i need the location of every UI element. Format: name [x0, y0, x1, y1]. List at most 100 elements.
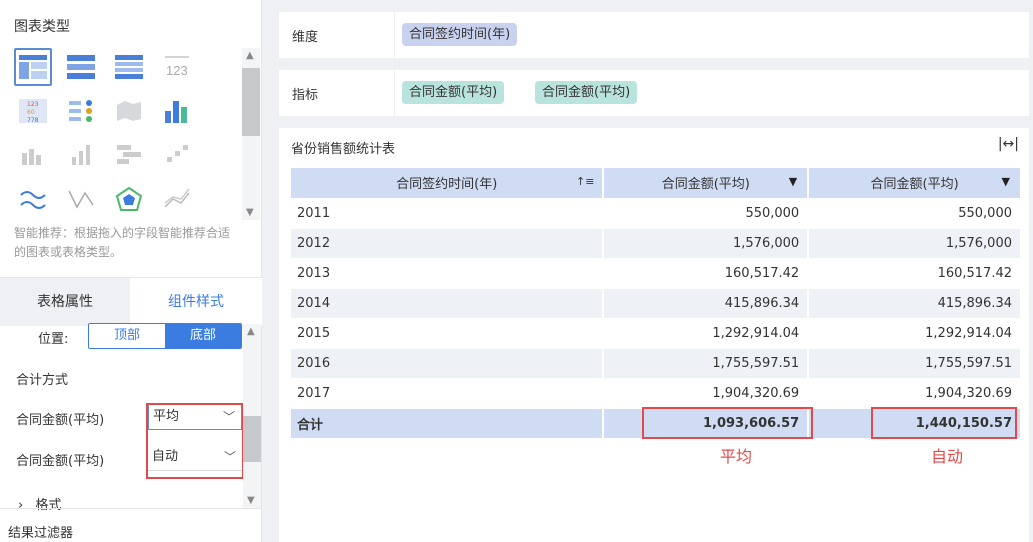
map-icon[interactable]: [110, 92, 148, 130]
divider: [0, 508, 262, 509]
histogram-icon[interactable]: [158, 92, 196, 130]
chart-type-grid: 123 123 60 778: [10, 44, 240, 220]
tab-table-properties[interactable]: 表格属性: [0, 278, 130, 326]
position-toggle: 顶部 底部: [88, 323, 242, 349]
sum-row-label: 合同金额(平均): [16, 454, 105, 469]
left-panel: 图表类型 123 123 60 778 ▲ ▼ 智能推荐：根据拖入的字段智能推荐…: [0, 0, 262, 542]
column-header-label: 合同金额(平均): [661, 177, 750, 193]
stacked-bar-icon[interactable]: [110, 136, 148, 174]
table-cell: 2016: [291, 348, 605, 379]
measure-shelf: 指标 合同金额(平均) 合同金额(平均): [279, 70, 1029, 116]
position-top-button[interactable]: 顶部: [89, 324, 165, 348]
highlight-box: [871, 407, 1017, 439]
scrollbar-thumb[interactable]: [243, 416, 261, 462]
dot-kpi-icon[interactable]: [62, 92, 100, 130]
kpi-list-icon[interactable]: 123 60 778: [14, 92, 52, 130]
annotation-average: 平均: [720, 447, 753, 466]
table-cell: 1,292,914.04: [808, 318, 1022, 349]
table-cell: 1,904,320.69: [808, 378, 1022, 409]
table-cell: 2017: [291, 378, 605, 409]
step-chart-icon[interactable]: [158, 136, 196, 174]
measure-label: 指标: [292, 88, 319, 103]
divider: [394, 12, 395, 58]
scrollbar-thumb[interactable]: [242, 68, 260, 136]
table-cell: 160,517.42: [808, 258, 1022, 289]
dropdown-triangle-icon[interactable]: ▼: [789, 175, 797, 188]
expand-width-icon[interactable]: |↔|: [998, 136, 1019, 152]
highlight-box: [146, 403, 244, 479]
bar-chart-icon[interactable]: [14, 136, 52, 174]
table-cell: 1,576,000: [603, 228, 810, 259]
table-cell: 1,904,320.69: [603, 378, 810, 409]
svg-text:123: 123: [166, 63, 188, 78]
measure-pill[interactable]: 合同金额(平均): [402, 81, 505, 104]
sort-icon[interactable]: ↑≡: [576, 175, 594, 188]
column-header-label: 合同金额(平均): [870, 177, 959, 193]
total-label: 合计: [291, 408, 605, 439]
chart-type-scrollbar[interactable]: ▲ ▼: [242, 48, 260, 220]
table-cell: 2011: [291, 198, 605, 229]
divider: [394, 70, 395, 116]
table-cell: 1,576,000: [808, 228, 1022, 259]
table-row: 2015 1,292,914.04 1,292,914.04: [291, 318, 1022, 349]
table-cell: 415,896.34: [603, 288, 810, 319]
column-header[interactable]: 合同金额(平均) ▼: [603, 168, 810, 199]
svg-text:778: 778: [27, 117, 39, 123]
svg-text:60: 60: [27, 109, 35, 116]
table-cell: 160,517.42: [603, 258, 810, 289]
column-chart-icon[interactable]: [62, 136, 100, 174]
scroll-down-icon[interactable]: ▼: [247, 495, 255, 506]
svg-text:123: 123: [27, 101, 39, 108]
property-tabs: 表格属性 组件样式: [0, 277, 262, 326]
table-cell: 550,000: [603, 198, 810, 229]
table-header-row: 合同签约时间(年) ↑≡ 合同金额(平均) ▼ 合同金额(平均) ▼: [291, 168, 1022, 199]
column-header[interactable]: 合同金额(平均) ▼: [808, 168, 1022, 199]
format-label: 格式: [35, 498, 62, 513]
dropdown-triangle-icon[interactable]: ▼: [1002, 175, 1010, 188]
table-cell: 1,755,597.51: [808, 348, 1022, 379]
smart-recommend-hint: 智能推荐：根据拖入的字段智能推荐合适的图表或表格类型。: [14, 226, 231, 259]
position-bottom-button[interactable]: 底部: [165, 324, 241, 348]
dimension-shelf: 维度 合同签约时间(年): [279, 12, 1029, 58]
dimension-pill[interactable]: 合同签约时间(年): [402, 23, 518, 46]
column-header[interactable]: 合同签约时间(年) ↑≡: [291, 168, 605, 199]
kpi-number-icon[interactable]: 123: [158, 48, 196, 86]
highlight-box: [642, 407, 813, 439]
scroll-down-icon[interactable]: ▼: [246, 207, 254, 218]
scroll-up-icon[interactable]: ▲: [247, 326, 255, 337]
table-cell: 1,755,597.51: [603, 348, 810, 379]
sum-method-title: 合计方式: [16, 373, 69, 388]
area-line-icon[interactable]: [158, 180, 196, 218]
result-filter-label[interactable]: 结果过滤器: [8, 522, 73, 541]
table-cell: 1,292,914.04: [603, 318, 810, 349]
card-title: 省份销售额统计表: [291, 142, 396, 157]
table-row: 2017 1,904,320.69 1,904,320.69: [291, 378, 1022, 409]
table-icon[interactable]: [14, 48, 52, 86]
measure-pill[interactable]: 合同金额(平均): [535, 81, 638, 104]
table-cell: 2013: [291, 258, 605, 289]
chevron-right-icon: ›: [18, 498, 24, 513]
style-scrollbar[interactable]: ▲ ▼: [243, 324, 261, 508]
table-card: 省份销售额统计表 |↔| 合同签约时间(年) ↑≡ 合同金额(平均) ▼ 合同金…: [279, 128, 1029, 542]
data-table: 合同签约时间(年) ↑≡ 合同金额(平均) ▼ 合同金额(平均) ▼ 2011 …: [291, 168, 1022, 439]
radar-icon[interactable]: [110, 180, 148, 218]
table-row: 2013 160,517.42 160,517.42: [291, 258, 1022, 289]
line-chart-icon[interactable]: [14, 180, 52, 218]
cross-table-icon[interactable]: [62, 48, 100, 86]
table-row: 2014 415,896.34 415,896.34: [291, 288, 1022, 319]
dimension-label: 维度: [292, 30, 319, 45]
sum-row-label: 合同金额(平均): [16, 413, 105, 428]
table-row: 2011 550,000 550,000: [291, 198, 1022, 229]
format-section[interactable]: › 格式: [18, 494, 61, 513]
table-cell: 2015: [291, 318, 605, 349]
grouped-table-icon[interactable]: [110, 48, 148, 86]
table-cell: 2014: [291, 288, 605, 319]
position-label: 位置:: [38, 332, 69, 347]
scroll-up-icon[interactable]: ▲: [246, 50, 254, 61]
tab-component-style[interactable]: 组件样式: [130, 278, 262, 326]
scatter-line-icon[interactable]: [62, 180, 100, 218]
table-row: 2012 1,576,000 1,576,000: [291, 228, 1022, 259]
table-cell: 2012: [291, 228, 605, 259]
table-row: 2016 1,755,597.51 1,755,597.51: [291, 348, 1022, 379]
column-header-label: 合同签约时间(年): [396, 177, 498, 193]
